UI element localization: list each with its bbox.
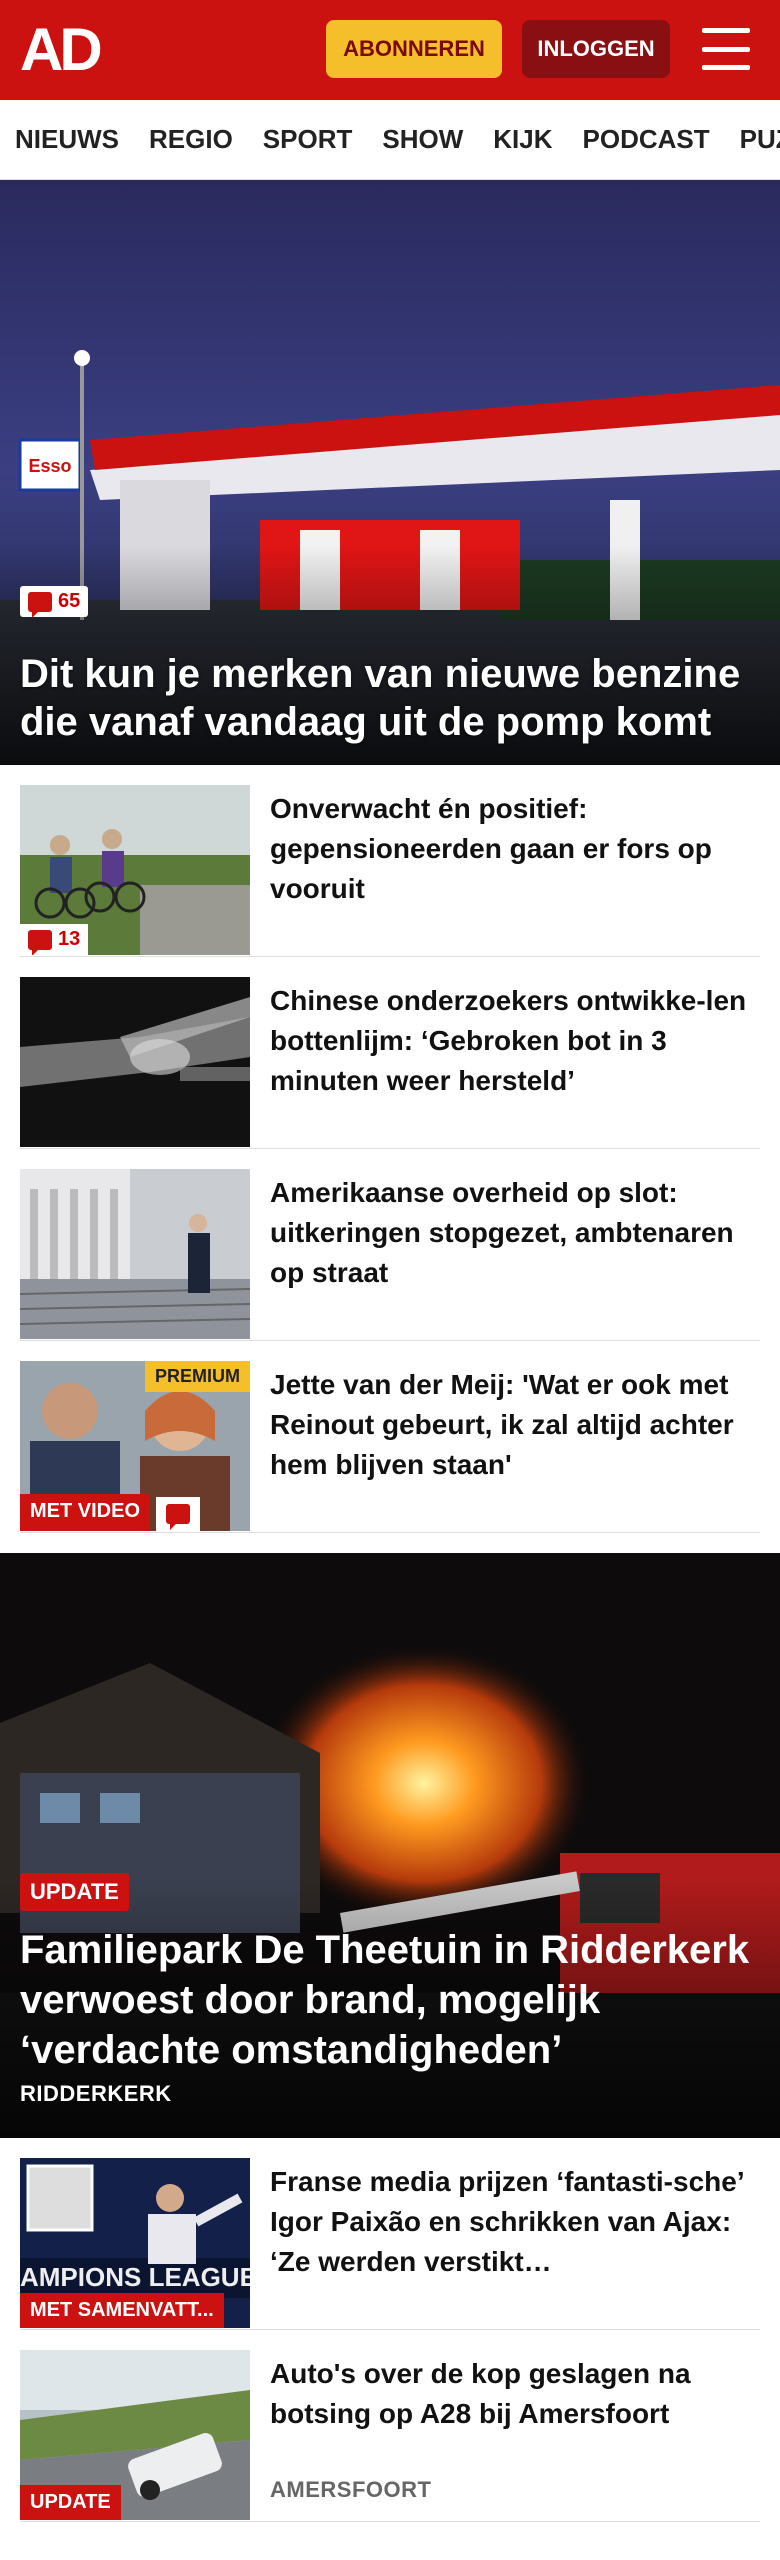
- svg-text:AMPIONS LEAGUE: AMPIONS LEAGUE: [20, 2262, 250, 2292]
- hero-title[interactable]: Dit kun je merken van nieuwe benzine die…: [20, 650, 760, 746]
- nav-item-regio[interactable]: REGIO: [134, 124, 248, 155]
- list-item[interactable]: Chinese onderzoekers ontwikke-len botten…: [20, 957, 760, 1149]
- svg-text:Esso: Esso: [28, 456, 71, 476]
- article-thumbnail: UPDATE: [20, 2350, 250, 2520]
- article-thumbnail: PREMIUM MET VIDEO: [20, 1361, 250, 1531]
- comment-badge[interactable]: 65: [20, 586, 89, 618]
- comment-icon: [166, 1504, 190, 1530]
- section-nav: NIEUWS REGIO SPORT SHOW KIJK PODCAST PUZ…: [0, 100, 780, 180]
- article-list-2: AMPIONS LEAGUE MET SAMENVATT... Franse m…: [0, 2138, 780, 2522]
- list-item[interactable]: PREMIUM MET VIDEO Jette van der Meij: 'W…: [20, 1341, 760, 1533]
- article-title[interactable]: Auto's over de kop geslagen na botsing o…: [270, 2354, 760, 2434]
- hero-article[interactable]: Esso 65 Dit kun je merken van nieuwe ben…: [0, 180, 780, 765]
- hero2-location: RIDDERKERK: [20, 2081, 172, 2106]
- update-label: UPDATE: [20, 1873, 129, 1911]
- nav-item-show[interactable]: SHOW: [367, 124, 478, 155]
- nav-item-nieuws[interactable]: NIEUWS: [0, 124, 134, 155]
- article-thumbnail: [20, 1169, 250, 1339]
- ad-logo[interactable]: AD: [20, 20, 103, 80]
- login-button[interactable]: INLOGGEN: [522, 20, 670, 78]
- article-title[interactable]: Onverwacht én positief: gepensioneerden …: [270, 789, 760, 909]
- article-title[interactable]: Chinese onderzoekers ontwikke-len botten…: [270, 981, 760, 1101]
- subscribe-button[interactable]: ABONNEREN: [326, 20, 502, 78]
- comment-icon: [28, 929, 52, 955]
- comment-icon: [28, 591, 52, 618]
- article-list: 13 Onverwacht én positief: gepensioneerd…: [0, 765, 780, 1533]
- article-thumbnail: [20, 977, 250, 1147]
- article-thumbnail: AMPIONS LEAGUE MET SAMENVATT...: [20, 2158, 250, 2328]
- list-item[interactable]: 13 Onverwacht én positief: gepensioneerd…: [20, 765, 760, 957]
- nav-item-podcast[interactable]: PODCAST: [568, 124, 725, 155]
- hero-article-2[interactable]: UPDATE Familiepark De Theetuin in Ridder…: [0, 1553, 780, 2138]
- comment-badge[interactable]: 13: [20, 924, 89, 955]
- article-location: AMERSFOORT: [270, 2477, 432, 2502]
- nav-item-sport[interactable]: SPORT: [248, 124, 368, 155]
- nav-item-kijk[interactable]: KIJK: [478, 124, 567, 155]
- comment-badge[interactable]: [156, 1497, 200, 1531]
- hero2-title[interactable]: Familiepark De Theetuin in Ridderkerk ve…: [20, 1925, 760, 2075]
- hamburger-menu-icon[interactable]: [702, 28, 750, 70]
- site-header: AD ABONNEREN INLOGGEN: [0, 0, 780, 100]
- article-title[interactable]: Franse media prijzen ‘fantasti-sche’ Igo…: [270, 2162, 760, 2282]
- article-title[interactable]: Amerikaanse overheid op slot: uitkeringe…: [270, 1173, 760, 1293]
- premium-badge: PREMIUM: [145, 1361, 250, 1392]
- list-item[interactable]: UPDATE Auto's over de kop geslagen na bo…: [20, 2330, 760, 2522]
- summary-badge: MET SAMENVATT...: [20, 2293, 224, 2328]
- article-thumbnail: 13: [20, 785, 250, 955]
- nav-item-puzzel[interactable]: PUZZ: [725, 124, 780, 155]
- comment-count: 13: [58, 928, 81, 950]
- update-label: UPDATE: [20, 2485, 121, 2520]
- list-item[interactable]: Amerikaanse overheid op slot: uitkeringe…: [20, 1149, 760, 1341]
- article-title[interactable]: Jette van der Meij: 'Wat er ook met Rein…: [270, 1365, 760, 1485]
- list-item[interactable]: AMPIONS LEAGUE MET SAMENVATT... Franse m…: [20, 2138, 760, 2330]
- video-badge: MET VIDEO: [20, 1494, 151, 1531]
- comment-count: 65: [58, 590, 81, 612]
